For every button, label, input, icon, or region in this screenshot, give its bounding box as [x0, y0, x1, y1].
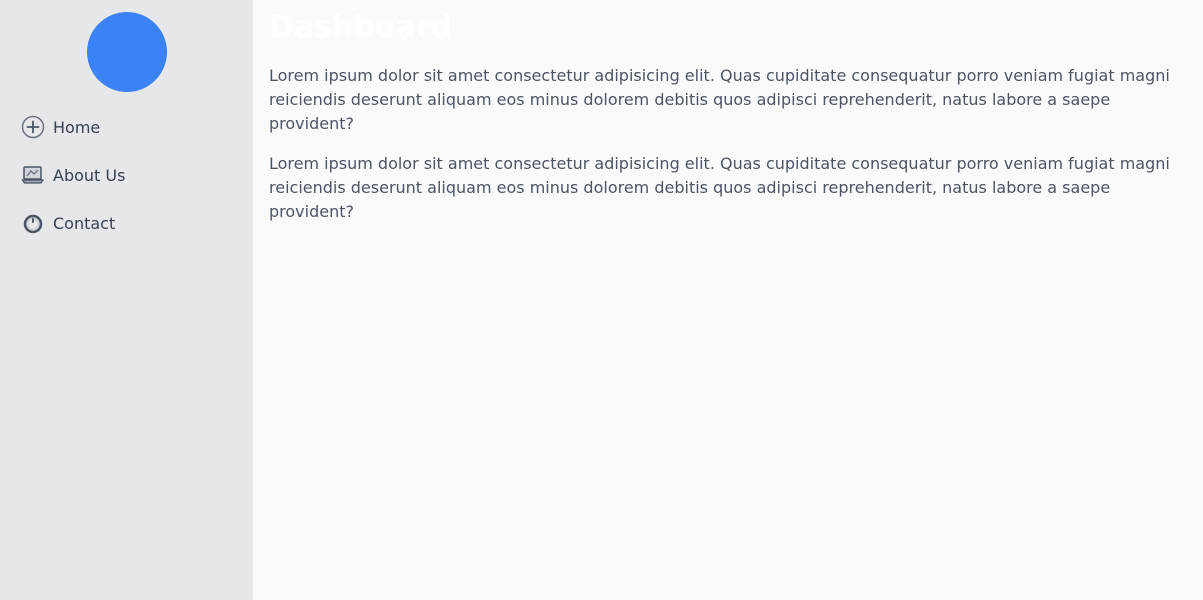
sidebar-item-label: Home: [53, 117, 101, 137]
app-root: Home About Us Contact Dashboard Lorem ip…: [0, 0, 1203, 600]
sidebar-nav: Home About Us Contact: [0, 103, 253, 247]
page-title: Dashboard: [269, 10, 452, 45]
content-paragraph: Lorem ipsum dolor sit amet consectetur a…: [269, 66, 1170, 133]
content-paragraph: Lorem ipsum dolor sit amet consectetur a…: [269, 154, 1170, 221]
sidebar: Home About Us Contact: [0, 0, 253, 600]
sidebar-item-home[interactable]: Home: [21, 103, 253, 151]
avatar[interactable]: [86, 12, 167, 92]
plus-circle-icon: [21, 115, 45, 139]
sidebar-item-label: About Us: [53, 165, 126, 185]
main-content: Dashboard Lorem ipsum dolor sit amet con…: [253, 0, 1203, 600]
sidebar-item-contact[interactable]: Contact: [21, 199, 253, 247]
laptop-icon: [21, 163, 45, 187]
power-icon: [21, 211, 45, 235]
sidebar-item-label: Contact: [53, 213, 116, 233]
sidebar-item-about-us[interactable]: About Us: [21, 151, 253, 199]
